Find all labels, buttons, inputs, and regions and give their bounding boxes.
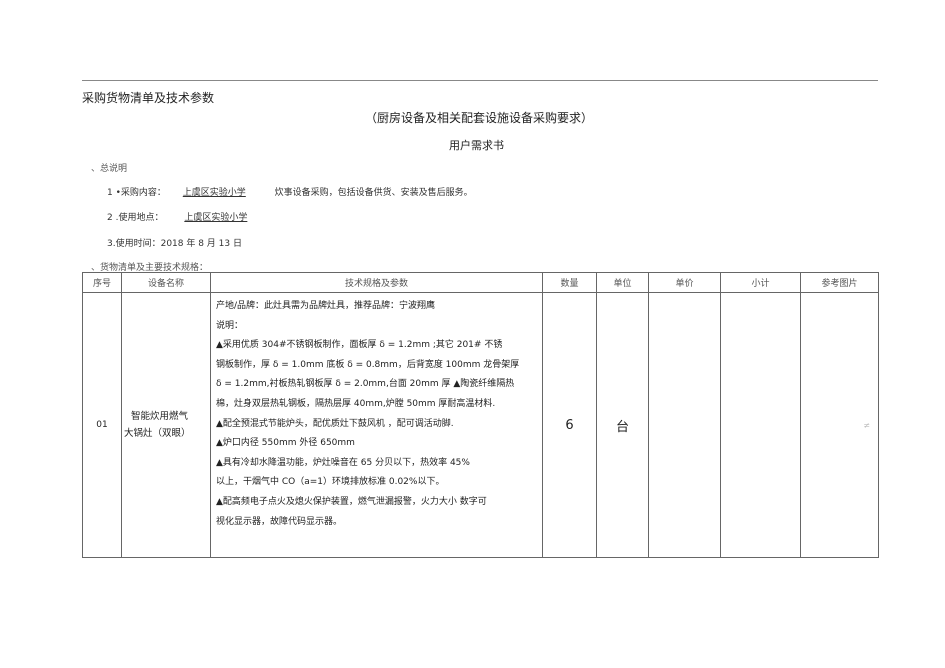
- usage-time-line: 3.使用时间：2018 年 8 月 13 日: [107, 239, 242, 249]
- spec-line: 棉，灶身双层热轧钢板，隔热层厚 40mm,炉膛 50mm 厚耐高温材料.: [216, 398, 496, 409]
- document-subtitle: （厨房设备及相关配套设施设备采购要求）: [365, 111, 594, 125]
- equipment-name-line1: 智能炊用燃气: [131, 411, 189, 422]
- usage-location-value: 上虞区实验小学: [184, 213, 248, 223]
- spec-line: ▲具有冷却水降温功能，炉灶噪音在 65 分贝以下，热效率 45%: [216, 457, 470, 468]
- col-header-name: 设备名称: [121, 272, 211, 293]
- col-header-subtotal: 小计: [720, 272, 801, 293]
- goods-table: 序号 设备名称 技术规格及参数 数量 单位 单价 小计 参考图片 01 智能炊用…: [82, 272, 879, 558]
- equipment-name-line2: 大锅灶（双眼）: [124, 428, 191, 439]
- spec-line: 以上，干烟气中 CO（a=1）环境排放标准 0.02%以下。: [216, 477, 445, 488]
- equipment-name: 智能炊用燃气 大锅灶（双眼）: [121, 292, 211, 558]
- col-header-no: 序号: [82, 272, 122, 293]
- col-header-qty: 数量: [542, 272, 597, 293]
- spec-line: 产地/品牌：此灶具需为品牌灶具，推荐品牌：宁波翔鹰: [216, 301, 436, 311]
- usage-location-line: 2 .使用地点： 上虞区实验小学: [107, 210, 247, 223]
- document-name: 用户需求书: [449, 139, 504, 152]
- usage-location-label: 2 .使用地点：: [107, 213, 164, 223]
- purchase-content-value: 上虞区实验小学: [182, 188, 246, 198]
- table-row: 01 智能炊用燃气 大锅灶（双眼） 产地/品牌：此灶具需为品牌灶具，推荐品牌：宁…: [82, 292, 879, 558]
- spec-line: 钢板制作，厚 δ = 1.0mm 底板 δ = 0.8mm，后背宽度 100mm…: [216, 359, 520, 370]
- spec-line: ▲采用优质 304#不锈钢板制作，面板厚 δ = 1.2mm ;其它 201# …: [216, 340, 503, 351]
- spec-cell: 产地/品牌：此灶具需为品牌灶具，推荐品牌：宁波翔鹰 说明： ▲采用优质 304#…: [210, 292, 543, 558]
- table-header-row: 序号 设备名称 技术规格及参数 数量 单位 单价 小计 参考图片: [82, 272, 879, 293]
- col-header-unit: 单位: [596, 272, 649, 293]
- unit-price-cell: [648, 292, 721, 558]
- purchase-content-line: 1 •采购内容： 上虞区实验小学 炊事设备采购，包括设备供货、安装及售后服务。: [107, 185, 473, 198]
- purchase-content-label: 1 •采购内容：: [107, 188, 166, 198]
- quantity-cell: 6: [542, 292, 597, 558]
- header-rule: [82, 80, 878, 81]
- spec-line: ▲配高频电子点火及熄火保护装置，燃气泄漏报警，火力大小 数字可: [216, 496, 487, 507]
- spec-line: ▲配全预混式节能炉头，配优质灶下鼓风机 ，配可调活动脚.: [216, 418, 454, 429]
- spec-line: δ = 1.2mm,衬板热轧钢板厚 δ = 2.0mm,台面 20mm 厚 ▲陶…: [216, 379, 515, 390]
- reference-image-cell: ≠: [800, 292, 879, 558]
- col-header-price: 单价: [648, 272, 721, 293]
- section-heading-general: 、总说明: [91, 164, 128, 174]
- spec-line: 视化显示器，故障代码显示器。: [216, 516, 343, 527]
- spec-line: 说明：: [216, 320, 244, 331]
- subtotal-cell: [720, 292, 801, 558]
- document-heading: 采购货物清单及技术参数: [82, 91, 215, 105]
- purchase-content-rest: 炊事设备采购，包括设备供货、安装及售后服务。: [274, 188, 473, 198]
- col-header-spec: 技术规格及参数: [210, 272, 543, 293]
- spec-line: ▲炉口内径 550mm 外径 650mm: [216, 438, 355, 449]
- row-number: 01: [82, 292, 122, 558]
- unit-cell: 台: [596, 292, 649, 558]
- col-header-ref-image: 参考图片: [800, 272, 879, 293]
